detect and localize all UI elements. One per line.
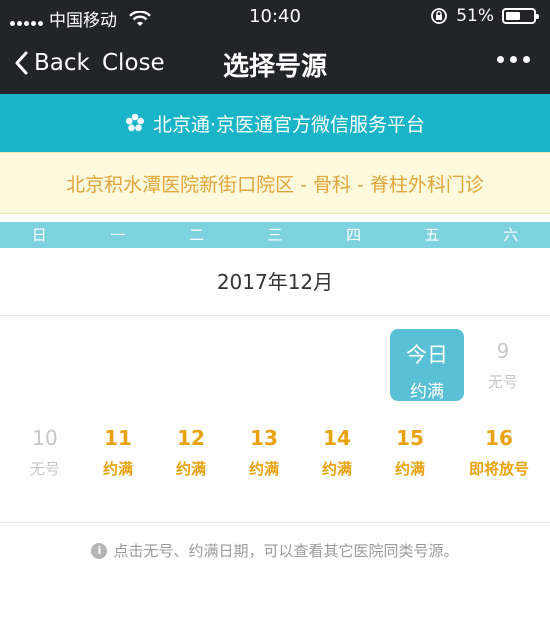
status-right: 51% [430, 6, 539, 26]
close-button[interactable]: Close [102, 50, 165, 76]
battery-percent: 51% [456, 6, 494, 26]
day-status: 约满 [321, 460, 352, 478]
month-label: 2017年12月 [0, 248, 550, 316]
weekday-label: 日 [31, 226, 47, 244]
weekday-label: 三 [267, 226, 283, 244]
weekday-header: 日 一 二 三 四 五 六 [0, 222, 550, 248]
day-number: 13 [250, 426, 278, 450]
calendar-day-today[interactable]: 今日 约满 [390, 329, 464, 402]
weekday-label: 一 [110, 226, 126, 244]
calendar-day[interactable]: 10 无号 [6, 414, 84, 490]
platform-title: 北京通·京医通官方微信服务平台 [152, 113, 426, 136]
flower-icon [125, 113, 144, 132]
divider [0, 522, 550, 523]
day-status: 约满 [394, 460, 425, 478]
day-status: 即将放号 [468, 460, 529, 478]
platform-banner: 北京通·京医通官方微信服务平台 [0, 94, 550, 152]
day-status: 约满 [102, 460, 133, 478]
day-number: 10 [32, 426, 58, 450]
chevron-left-icon [15, 51, 28, 75]
more-dot-icon [497, 56, 504, 63]
day-status: 无号 [29, 460, 60, 478]
weekday-label: 五 [424, 226, 440, 244]
day-status: 约满 [248, 460, 279, 478]
day-number: 16 [485, 426, 513, 450]
battery-icon [502, 8, 539, 24]
calendar-day[interactable]: 11 约满 [79, 414, 157, 490]
back-button[interactable]: Back [14, 50, 90, 76]
calendar-day[interactable]: 16 即将放号 [454, 414, 544, 490]
more-menu-button[interactable] [497, 56, 530, 63]
calendar-day[interactable]: 9 无号 [464, 327, 542, 403]
day-status: 无号 [487, 373, 518, 391]
day-status: 约满 [410, 382, 444, 402]
calendar-day[interactable]: 14 约满 [298, 414, 376, 490]
day-number: 11 [104, 426, 132, 450]
day-number: 14 [323, 426, 351, 450]
more-dot-icon [510, 56, 517, 63]
weekday-label: 二 [188, 226, 204, 244]
day-status: 约满 [175, 460, 206, 478]
rotation-lock-icon [431, 8, 448, 24]
more-dot-icon [523, 56, 530, 63]
navigation-bar: Back Close 选择号源 [0, 34, 550, 94]
day-number: 15 [396, 426, 424, 450]
info-icon: i [91, 542, 108, 559]
calendar-day[interactable]: 15 约满 [371, 414, 449, 490]
hint-text: i 点击无号、约满日期，可以查看其它医院同类号源。 [0, 540, 550, 561]
day-number: 9 [496, 339, 510, 363]
calendar-day[interactable]: 13 约满 [225, 414, 303, 490]
hint-label: 点击无号、约满日期，可以查看其它医院同类号源。 [113, 542, 459, 560]
calendar-day[interactable]: 12 约满 [152, 414, 230, 490]
day-number: 12 [177, 426, 205, 450]
weekday-label: 四 [346, 226, 362, 244]
day-number: 今日 [406, 343, 448, 367]
weekday-label: 六 [503, 226, 519, 244]
back-label: Back [34, 50, 90, 76]
department-name: 北京积水潭医院新街口院区 - 骨科 - 脊柱外科门诊 [66, 173, 484, 196]
department-banner: 北京积水潭医院新街口院区 - 骨科 - 脊柱外科门诊 [0, 152, 550, 214]
status-bar: 中国移动 10:40 51% [0, 0, 550, 34]
